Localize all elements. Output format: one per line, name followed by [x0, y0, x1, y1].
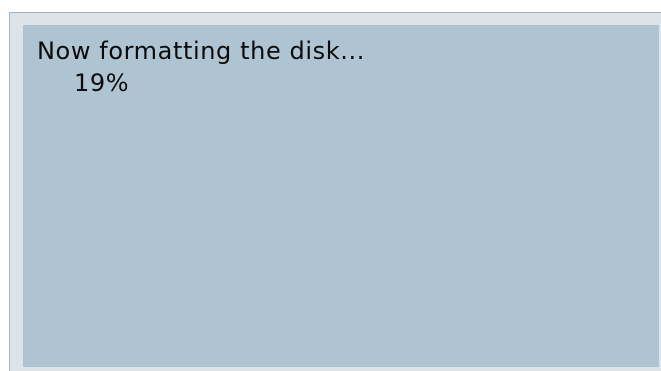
progress-percentage: 19%	[74, 69, 130, 97]
status-screen: Now formatting the disk... 19%	[23, 25, 659, 367]
display-frame: Now formatting the disk... 19%	[9, 12, 661, 371]
formatting-status-message: Now formatting the disk...	[37, 37, 365, 65]
